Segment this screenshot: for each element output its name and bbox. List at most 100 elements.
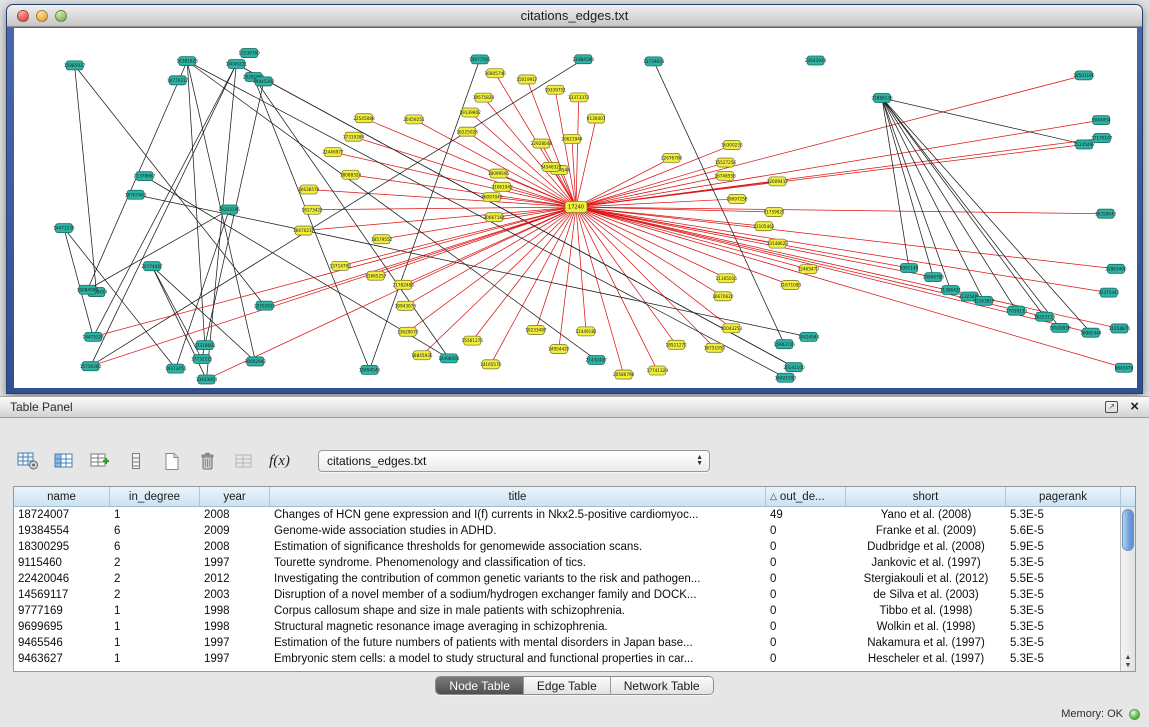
cell-name[interactable]: 19384554 xyxy=(14,523,110,539)
cell-name[interactable]: 22420046 xyxy=(14,571,110,587)
cell-in_degree[interactable]: 2 xyxy=(110,571,200,587)
table-vertical-scrollbar[interactable]: ▲ ▼ xyxy=(1120,507,1135,671)
cell-name[interactable]: 18300295 xyxy=(14,539,110,555)
close-panel-icon[interactable]: × xyxy=(1130,400,1139,414)
cell-pagerank[interactable]: 5.3E-5 xyxy=(1006,651,1121,667)
cell-pagerank[interactable]: 5.3E-5 xyxy=(1006,619,1121,635)
cell-title[interactable]: Tourette syndrome. Phenomenology and cla… xyxy=(270,555,766,571)
cell-short[interactable]: Wolkin et al. (1998) xyxy=(846,619,1006,635)
float-panel-icon[interactable]: ↗ xyxy=(1105,401,1118,413)
cell-in_degree[interactable]: 6 xyxy=(110,539,200,555)
cell-in_degree[interactable]: 1 xyxy=(110,619,200,635)
cell-year[interactable]: 1997 xyxy=(200,651,270,667)
cell-year[interactable]: 1998 xyxy=(200,603,270,619)
cell-short[interactable]: Franke et al. (2009) xyxy=(846,523,1006,539)
table-row[interactable]: 946554611997Estimation of the future num… xyxy=(14,635,1135,651)
cell-year[interactable]: 2012 xyxy=(200,571,270,587)
cell-out_degree[interactable]: 49 xyxy=(766,507,846,523)
cell-in_degree[interactable]: 1 xyxy=(110,651,200,667)
cell-name[interactable]: 9777169 xyxy=(14,603,110,619)
cell-pagerank[interactable]: 5.3E-5 xyxy=(1006,507,1121,523)
cell-out_degree[interactable]: 0 xyxy=(766,635,846,651)
tab-edge-table[interactable]: Edge Table xyxy=(524,677,611,694)
cell-out_degree[interactable]: 0 xyxy=(766,523,846,539)
column-header-pagerank[interactable]: pagerank xyxy=(1006,487,1121,506)
cell-pagerank[interactable]: 5.5E-5 xyxy=(1006,571,1121,587)
table-row[interactable]: 1830029562008Estimation of significance … xyxy=(14,539,1135,555)
column-header-in_degree[interactable]: in_degree xyxy=(110,487,200,506)
cell-year[interactable]: 1998 xyxy=(200,619,270,635)
network-canvas-area[interactable]: 1724022676706163002331552725616746558126… xyxy=(14,28,1137,388)
cell-year[interactable]: 2008 xyxy=(200,539,270,555)
table-row[interactable]: 977716911998Corpus callosum shape and si… xyxy=(14,603,1135,619)
delete-table-icon[interactable] xyxy=(194,449,221,473)
cell-title[interactable]: Estimation of the future numbers of pati… xyxy=(270,635,766,651)
table-row[interactable]: 1938455462009Genome-wide association stu… xyxy=(14,523,1135,539)
rename-column-icon[interactable] xyxy=(122,449,149,473)
tab-network-table[interactable]: Network Table xyxy=(611,677,713,694)
cell-name[interactable]: 9115460 xyxy=(14,555,110,571)
cell-in_degree[interactable]: 6 xyxy=(110,523,200,539)
function-builder-icon[interactable]: f(x) xyxy=(266,449,293,473)
table-row[interactable]: 911546021997Tourette syndrome. Phenomeno… xyxy=(14,555,1135,571)
cell-name[interactable]: 14569117 xyxy=(14,587,110,603)
cell-title[interactable]: Structural magnetic resonance image aver… xyxy=(270,619,766,635)
import-table-icon-disabled[interactable] xyxy=(230,449,257,473)
table-row[interactable]: 2242004622012Investigating the contribut… xyxy=(14,571,1135,587)
network-canvas[interactable]: 1724022676706163002331552725616746558126… xyxy=(14,28,1137,388)
cell-year[interactable]: 1997 xyxy=(200,555,270,571)
column-header-name[interactable]: name xyxy=(14,487,110,506)
table-row[interactable]: 1456911722003Disruption of a novel membe… xyxy=(14,587,1135,603)
cell-pagerank[interactable]: 5.9E-5 xyxy=(1006,539,1121,555)
cell-out_degree[interactable]: 0 xyxy=(766,587,846,603)
cell-year[interactable]: 2009 xyxy=(200,523,270,539)
cell-out_degree[interactable]: 0 xyxy=(766,619,846,635)
new-table-icon[interactable] xyxy=(158,449,185,473)
cell-out_degree[interactable]: 0 xyxy=(766,651,846,667)
column-header-short[interactable]: short xyxy=(846,487,1006,506)
cell-short[interactable]: Tibbo et al. (1998) xyxy=(846,603,1006,619)
create-column-icon[interactable] xyxy=(86,449,113,473)
cell-title[interactable]: Changes of HCN gene expression and I(f) … xyxy=(270,507,766,523)
cell-pagerank[interactable]: 5.3E-5 xyxy=(1006,587,1121,603)
minimize-window-icon[interactable] xyxy=(36,10,48,22)
cell-pagerank[interactable]: 5.3E-5 xyxy=(1006,603,1121,619)
cell-short[interactable]: Dudbridge et al. (2008) xyxy=(846,539,1006,555)
cell-in_degree[interactable]: 1 xyxy=(110,507,200,523)
cell-name[interactable]: 18724007 xyxy=(14,507,110,523)
show-columns-icon[interactable] xyxy=(50,449,77,473)
cell-name[interactable]: 9465546 xyxy=(14,635,110,651)
cell-title[interactable]: Genome-wide association studies in ADHD. xyxy=(270,523,766,539)
tab-node-table[interactable]: Node Table xyxy=(436,677,524,694)
cell-short[interactable]: Stergiakouli et al. (2012) xyxy=(846,571,1006,587)
cell-name[interactable]: 9699695 xyxy=(14,619,110,635)
close-window-icon[interactable] xyxy=(17,10,29,22)
column-header-year[interactable]: year xyxy=(200,487,270,506)
table-selector-combobox[interactable]: citations_edges.txt ▲▼ xyxy=(318,450,710,472)
cell-out_degree[interactable]: 0 xyxy=(766,539,846,555)
cell-name[interactable]: 9463627 xyxy=(14,651,110,667)
cell-short[interactable]: Nakamura et al. (1997) xyxy=(846,635,1006,651)
column-header-out_degree[interactable]: △out_de... xyxy=(766,487,846,506)
cell-short[interactable]: de Silva et al. (2003) xyxy=(846,587,1006,603)
cell-year[interactable]: 2003 xyxy=(200,587,270,603)
cell-title[interactable]: Embryonic stem cells: a model to study s… xyxy=(270,651,766,667)
cell-out_degree[interactable]: 0 xyxy=(766,571,846,587)
cell-out_degree[interactable]: 0 xyxy=(766,603,846,619)
cell-title[interactable]: Corpus callosum shape and size in male p… xyxy=(270,603,766,619)
scroll-up-icon[interactable]: ▲ xyxy=(1125,654,1132,662)
table-row[interactable]: 946362711997Embryonic stem cells: a mode… xyxy=(14,651,1135,667)
cell-out_degree[interactable]: 0 xyxy=(766,555,846,571)
cell-year[interactable]: 1997 xyxy=(200,635,270,651)
cell-in_degree[interactable]: 2 xyxy=(110,555,200,571)
column-header-title[interactable]: title xyxy=(270,487,766,506)
cell-in_degree[interactable]: 1 xyxy=(110,603,200,619)
cell-in_degree[interactable]: 2 xyxy=(110,587,200,603)
window-titlebar[interactable]: citations_edges.txt xyxy=(7,5,1142,27)
cell-short[interactable]: Yano et al. (2008) xyxy=(846,507,1006,523)
cell-pagerank[interactable]: 5.3E-5 xyxy=(1006,555,1121,571)
cell-year[interactable]: 2008 xyxy=(200,507,270,523)
cell-title[interactable]: Investigating the contribution of common… xyxy=(270,571,766,587)
table-row[interactable]: 969969511998Structural magnetic resonanc… xyxy=(14,619,1135,635)
table-mode-icon[interactable] xyxy=(14,449,41,473)
